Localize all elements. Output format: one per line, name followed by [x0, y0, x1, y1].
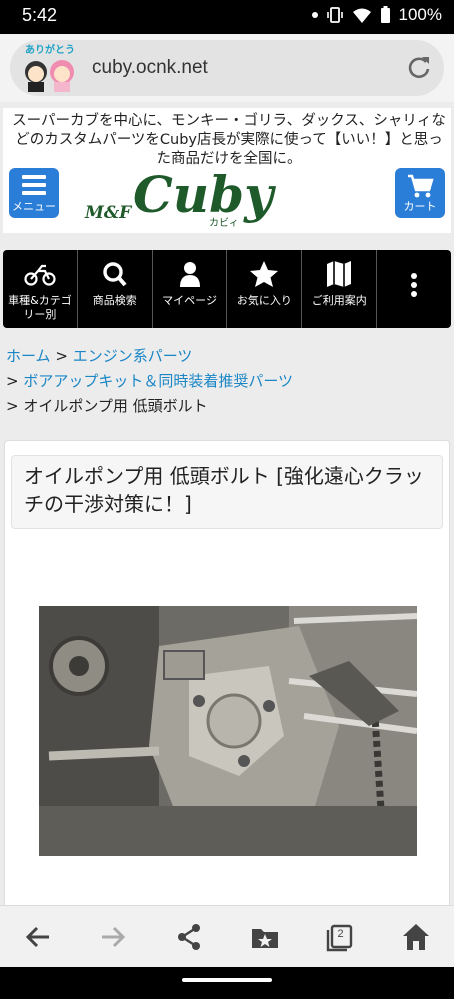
battery-percent: 100% [398, 5, 442, 24]
logo-prefix: M&F [84, 203, 133, 223]
web-page: スーパーカブを中心に、モンキー・ゴリラ、ダックス、シャリィなどのカスタムパーツを… [0, 102, 454, 905]
cart-button[interactable]: カート [395, 168, 445, 218]
nav-label: ご利用案内 [311, 294, 367, 307]
share-icon[interactable] [174, 922, 204, 952]
breadcrumb-separator: > [6, 372, 19, 390]
back-arrow-icon[interactable] [23, 922, 53, 952]
map-icon [327, 261, 352, 287]
breadcrumb-boreup-kit[interactable]: ボアアップキット＆同時装着推奨パーツ [23, 372, 293, 390]
tab-count: 2 [337, 927, 344, 940]
nav-item-more[interactable] [377, 250, 451, 328]
menu-label: メニュー [12, 200, 56, 213]
tabs-button[interactable]: 2 [325, 922, 355, 952]
search-icon [103, 262, 127, 287]
breadcrumb-separator: > [55, 347, 68, 365]
nav-item-guide[interactable]: ご利用案内 [302, 250, 378, 328]
bookmarks-icon[interactable] [250, 922, 280, 952]
logo-main: Cuby [133, 166, 276, 224]
address-bar[interactable]: ありがとう cuby.ocnk.net [10, 40, 444, 96]
browser-toolbar: ありがとう cuby.ocnk.net [0, 34, 454, 102]
breadcrumb-current: オイルポンプ用 低頭ボルト [23, 397, 208, 415]
nav-item-mypage[interactable]: マイページ [153, 250, 228, 328]
breadcrumb-home[interactable]: ホーム [6, 347, 51, 365]
site-mascot-icon: ありがとう [16, 42, 84, 94]
home-icon[interactable] [401, 922, 431, 952]
notification-dot-icon [311, 12, 318, 18]
hamburger-icon [22, 175, 46, 195]
cart-label: カート [403, 200, 437, 213]
star-icon [250, 261, 279, 287]
home-gesture-handle[interactable] [182, 978, 272, 982]
menu-button[interactable]: メニュー [9, 168, 59, 218]
status-time: 5:42 [22, 5, 58, 25]
nav-item-favorites[interactable]: お気に入り [227, 250, 303, 328]
nav-label: お気に入り [236, 294, 292, 307]
cart-icon [408, 174, 434, 198]
mascot-text: ありがとう [25, 43, 75, 56]
product-title-box: オイルポンプ用 低頭ボルト [強化遠心クラッチの干渉対策に！] [11, 455, 443, 529]
more-vertical-icon [411, 273, 418, 297]
nav-label: マイページ [162, 294, 217, 307]
category-nav: 車種&カテゴリー別 商品検索 マイページ お気に入り ご利用案内 [3, 250, 451, 328]
wifi-icon [352, 8, 371, 23]
product-card: オイルポンプ用 低頭ボルト [強化遠心クラッチの干渉対策に！] [4, 440, 450, 905]
breadcrumb-engine-parts[interactable]: エンジン系パーツ [73, 347, 193, 365]
site-header: スーパーカブを中心に、モンキー・ゴリラ、ダックス、シャリィなどのカスタムパーツを… [3, 108, 451, 233]
reload-icon[interactable] [406, 54, 432, 80]
breadcrumb-separator: > [6, 397, 19, 415]
vibrate-icon [326, 7, 343, 23]
forward-arrow-icon[interactable] [98, 922, 128, 952]
nav-item-search[interactable]: 商品検索 [78, 250, 153, 328]
url-text: cuby.ocnk.net [92, 57, 208, 78]
gesture-bar [0, 967, 454, 999]
breadcrumb: ホーム > エンジン系パーツ > ボアアップキット＆同時装着推奨パーツ > オイ… [6, 344, 293, 419]
user-icon [179, 262, 200, 287]
product-image[interactable] [39, 606, 418, 857]
logo-kana: カビィ [209, 217, 239, 228]
motorcycle-icon [24, 264, 56, 286]
nav-label: 商品検索 [92, 294, 137, 307]
battery-icon [380, 6, 390, 23]
status-bar: 5:42 100% [0, 0, 454, 34]
status-indicators: 100% [311, 5, 442, 25]
site-tagline: スーパーカブを中心に、モンキー・ゴリラ、ダックス、シャリィなどのカスタムパーツを… [12, 113, 446, 167]
site-logo[interactable]: M&F Cuby カビィ [81, 165, 321, 229]
browser-bottom-bar: 2 [0, 905, 454, 967]
nav-item-category[interactable]: 車種&カテゴリー別 [3, 250, 78, 328]
product-title: オイルポンプ用 低頭ボルト [強化遠心クラッチの干渉対策に！] [24, 464, 424, 516]
nav-label: 車種&カテゴリー別 [8, 294, 72, 321]
